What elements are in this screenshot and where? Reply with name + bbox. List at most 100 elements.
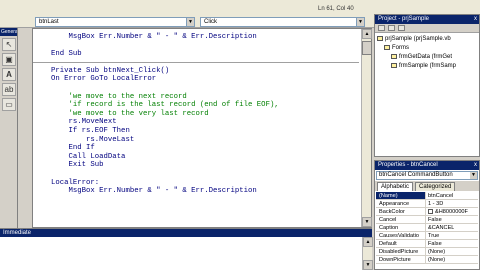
property-value-text: &H8000000F (435, 209, 468, 215)
property-value[interactable]: True (426, 232, 439, 239)
view-object-icon[interactable] (388, 25, 395, 31)
code-line[interactable]: 'we move to the very last record (51, 110, 359, 119)
property-value[interactable]: &H8000000F (426, 208, 468, 215)
property-value[interactable]: &CANCEL (426, 224, 454, 231)
property-row[interactable]: Appearance 1 - 3D (376, 200, 478, 208)
code-line[interactable]: 'we move to the next record (51, 93, 359, 102)
code-line[interactable]: MsgBox Err.Number & " - " & Err.Descript… (51, 187, 359, 196)
property-name: CausesValidatio (376, 232, 426, 239)
property-row[interactable]: Default False (376, 240, 478, 248)
code-line[interactable]: MsgBox Err.Number & " - " & Err.Descript… (51, 33, 359, 42)
property-value[interactable]: (None) (426, 248, 445, 255)
property-value-text: True (428, 233, 440, 239)
color-swatch (428, 209, 433, 215)
frame-icon[interactable]: ▭ (2, 98, 16, 111)
property-value[interactable]: 1 - 3D (426, 200, 443, 207)
tree-item-label: frmGetData (frmGet (399, 54, 453, 60)
property-name: Caption (376, 224, 426, 231)
tree-item[interactable]: Forms (377, 44, 477, 53)
property-name: Cancel (376, 216, 426, 223)
code-line[interactable] (51, 42, 359, 51)
scroll-down-icon[interactable]: ▼ (363, 260, 373, 270)
picture-icon[interactable]: ▣ (2, 53, 16, 66)
code-line[interactable] (51, 170, 359, 179)
chevron-down-icon[interactable]: ▼ (470, 172, 477, 179)
project-explorer: Project - prjSample x prjSample (prjSamp… (374, 14, 480, 157)
folder-icon (384, 44, 390, 50)
tree-item[interactable]: frmGetData (frmGet (377, 53, 477, 62)
label-icon[interactable]: A (2, 68, 16, 81)
property-name: Default (376, 240, 426, 247)
tree-item[interactable]: frmSample (frmSamp (377, 62, 477, 71)
property-value-text: btnCancel (428, 193, 454, 199)
property-value-text: False (428, 217, 442, 223)
toolbox-title: General (0, 28, 17, 36)
form-icon (391, 62, 397, 68)
tree-item-label: prjSample (prjSample.vb (385, 36, 451, 42)
toggle-folders-icon[interactable] (398, 25, 405, 31)
scroll-up-icon[interactable]: ▲ (362, 29, 372, 39)
project-title: Project - prjSample (378, 16, 430, 22)
property-value-text: False (428, 241, 442, 247)
code-lines[interactable]: MsgBox Err.Number & " - " & Err.Descript… (33, 33, 359, 196)
property-name: BackColor (376, 208, 426, 215)
scroll-up-icon[interactable]: ▲ (363, 237, 373, 247)
code-line[interactable]: End If (51, 144, 359, 153)
object-selector[interactable]: btnCancel CommandButton ▼ (376, 171, 478, 180)
code-line[interactable]: Call LoadData (51, 153, 359, 162)
object-selector-value: btnCancel CommandButton (379, 172, 453, 178)
property-value[interactable]: False (426, 216, 442, 223)
property-row[interactable]: Caption &CANCEL (376, 224, 478, 232)
procedure-separator (33, 61, 359, 63)
property-row[interactable]: (Name) btnCancel (376, 192, 478, 200)
code-editor[interactable]: MsgBox Err.Number & " - " & Err.Descript… (32, 28, 372, 228)
property-row[interactable]: DisabledPicture (None) (376, 248, 478, 256)
immediate-scrollbar[interactable]: ▲ ▼ (362, 237, 373, 270)
code-line[interactable]: If rs.EOF Then (51, 127, 359, 136)
form-icon (377, 35, 383, 41)
code-line[interactable]: Exit Sub (51, 161, 359, 170)
procedure-combo-value: Click (204, 19, 217, 25)
property-row[interactable]: Cancel False (376, 216, 478, 224)
scroll-thumb[interactable] (362, 41, 372, 55)
cursor-position: Ln 61, Col 40 (318, 6, 354, 12)
textbox-icon[interactable]: ab (2, 83, 16, 96)
close-icon[interactable]: x (474, 161, 477, 170)
chevron-down-icon[interactable]: ▼ (186, 18, 194, 26)
property-name: DisabledPicture (376, 248, 426, 255)
property-value[interactable]: btnCancel (426, 192, 453, 199)
property-row[interactable]: BackColor &H8000000F (376, 208, 478, 216)
immediate-window[interactable]: Immediate ▲ ▼ (0, 228, 373, 270)
code-line[interactable] (51, 84, 359, 93)
code-line[interactable]: LocalError: (51, 179, 359, 188)
pointer-icon[interactable]: ↖ (2, 38, 16, 51)
scroll-down-icon[interactable]: ▼ (362, 217, 372, 227)
property-value[interactable]: (None) (426, 256, 445, 263)
object-combo[interactable]: btnLast ▼ (35, 17, 195, 27)
tree-item-label: frmSample (frmSamp (399, 63, 457, 69)
tab-alphabetic[interactable]: Alphabetic (377, 182, 414, 191)
code-line[interactable]: 'if record is the last record (end of fi… (51, 101, 359, 110)
code-line[interactable]: End Sub (51, 50, 359, 59)
property-value[interactable]: False (426, 240, 442, 247)
view-code-icon[interactable] (378, 25, 385, 31)
property-value-text: (None) (428, 249, 446, 255)
procedure-combo[interactable]: Click ▼ (200, 17, 365, 27)
property-value-text: 1 - 3D (428, 201, 444, 207)
close-icon[interactable]: x (474, 15, 477, 24)
properties-window: Properties - btnCancel x btnCancel Comma… (374, 160, 480, 270)
code-line[interactable]: rs.MoveLast (51, 136, 359, 145)
form-icon (391, 53, 397, 59)
property-row[interactable]: CausesValidatio True (376, 232, 478, 240)
tree-item[interactable]: prjSample (prjSample.vb (377, 35, 477, 44)
property-name: DownPicture (376, 256, 426, 263)
code-line[interactable]: On Error GoTo LocalError (51, 75, 359, 84)
chevron-down-icon[interactable]: ▼ (356, 18, 364, 26)
code-scrollbar[interactable]: ▲ ▼ (361, 29, 372, 227)
tab-categorized[interactable]: Categorized (415, 182, 456, 191)
code-line[interactable]: Private Sub btnNext_Click() (51, 67, 359, 76)
object-combo-value: btnLast (39, 19, 59, 25)
property-name: Appearance (376, 200, 426, 207)
property-row[interactable]: DownPicture (None) (376, 256, 478, 264)
code-line[interactable]: rs.MoveNext (51, 118, 359, 127)
